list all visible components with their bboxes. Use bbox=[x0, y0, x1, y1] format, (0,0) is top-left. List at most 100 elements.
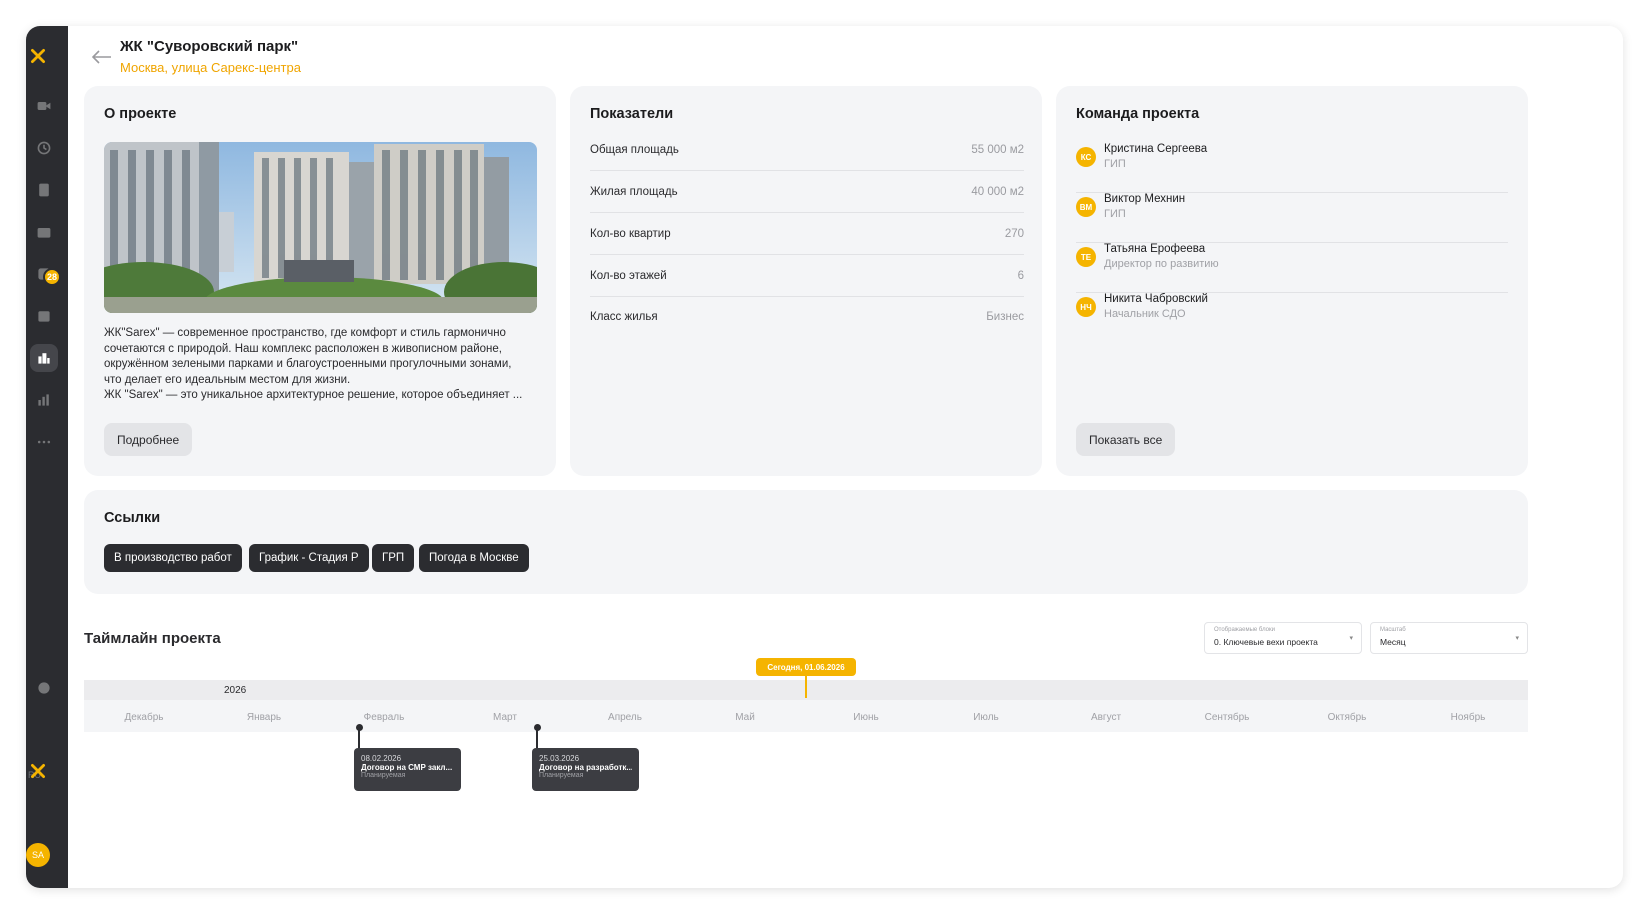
metrics-title: Показатели bbox=[590, 106, 674, 122]
metric-label: Класс жилья bbox=[590, 311, 658, 323]
member-name: Никита Чабровский bbox=[1104, 293, 1208, 305]
member-role: Директор по развитию bbox=[1104, 258, 1219, 270]
logo-icon[interactable] bbox=[26, 42, 52, 70]
project-photo bbox=[104, 142, 537, 313]
metric-label: Общая площадь bbox=[590, 143, 679, 156]
member-avatar: ВМ bbox=[1076, 197, 1096, 217]
metric-value: Бизнес bbox=[986, 311, 1024, 323]
timeline-title: Таймлайн проекта bbox=[84, 630, 221, 647]
about-card: О проекте ЖК"Sarex" — современное простр… bbox=[84, 86, 556, 476]
back-arrow-icon[interactable] bbox=[92, 50, 112, 64]
folder-icon[interactable] bbox=[30, 218, 58, 246]
team-member[interactable]: ВМ Виктор Мехнин ГИП bbox=[1076, 193, 1508, 243]
project-address: Москва, улица Сарекс-центра bbox=[120, 60, 301, 75]
timeline-event[interactable]: 08.02.2026 Договор на СМР закл... Планир… bbox=[354, 748, 461, 791]
team-card: Команда проекта КС Кристина Сергеева ГИП… bbox=[1056, 86, 1528, 476]
event-status: Планируемая bbox=[539, 772, 584, 779]
metric-label: Жилая площадь bbox=[590, 185, 678, 198]
event-stem bbox=[536, 728, 538, 750]
member-name: Татьяна Ерофеева bbox=[1104, 243, 1206, 255]
document-icon[interactable] bbox=[30, 176, 58, 204]
metric-row: Кол-во квартир 270 bbox=[590, 213, 1024, 255]
about-line: что делает его идеальным местом для жизн… bbox=[104, 373, 351, 386]
team-member[interactable]: КС Кристина Сергеева ГИП bbox=[1076, 143, 1508, 193]
about-line: сочетаются с природой. Наш комплекс расп… bbox=[104, 342, 502, 355]
member-role: ГИП bbox=[1104, 158, 1126, 170]
timeline-month: Ноябрь bbox=[1450, 712, 1486, 723]
scale-select-label: Масштаб bbox=[1380, 627, 1406, 633]
event-status: Планируемая bbox=[361, 772, 406, 779]
event-stem bbox=[358, 728, 360, 750]
metric-row: Жилая площадь 40 000 м2 bbox=[590, 171, 1024, 213]
links-title: Ссылки bbox=[104, 510, 161, 526]
today-marker: Сегодня, 01.06.2026 bbox=[756, 658, 856, 676]
user-avatar[interactable]: SA bbox=[26, 843, 50, 867]
about-line: окружённом зелеными парками и благоустро… bbox=[104, 358, 512, 370]
member-avatar: НЧ bbox=[1076, 297, 1096, 317]
metric-value: 6 bbox=[1017, 269, 1024, 282]
metric-row: Общая площадь 55 000 м2 bbox=[590, 129, 1024, 171]
timeline-month: Апрель bbox=[608, 712, 642, 723]
timeline-year: 2026 bbox=[224, 685, 247, 696]
timeline-month: Сентябрь bbox=[1204, 712, 1250, 723]
about-description: ЖК"Sarex" — современное пространство, гд… bbox=[104, 326, 540, 404]
team-member[interactable]: НЧ Никита Чабровский Начальник СДО bbox=[1076, 293, 1508, 343]
metric-row: Кол-во этажей 6 bbox=[590, 255, 1024, 297]
main-content: ЖК "Суворовский парк" Москва, улица Саре… bbox=[68, 26, 1623, 888]
more-button[interactable]: Подробнее bbox=[104, 423, 193, 456]
member-avatar: ТЕ bbox=[1076, 247, 1096, 267]
timeline-event[interactable]: 25.03.2026 Договор на разработк... Плани… bbox=[532, 748, 639, 791]
member-avatar: КС bbox=[1076, 147, 1096, 167]
event-date: 25.03.2026 bbox=[539, 754, 580, 763]
projects-icon[interactable] bbox=[30, 344, 58, 372]
metric-label: Кол-во квартир bbox=[590, 227, 671, 240]
member-name: Кристина Сергеева bbox=[1104, 143, 1208, 155]
tasks-badge: 28 bbox=[43, 268, 61, 286]
timeline-month: Июль bbox=[973, 712, 999, 723]
team-title: Команда проекта bbox=[1076, 106, 1200, 122]
event-date: 08.02.2026 bbox=[361, 754, 402, 763]
about-line: ЖК "Sarex" — это уникальное архитектурно… bbox=[104, 389, 523, 401]
timeline-month: Октябрь bbox=[1327, 712, 1367, 723]
event-title: Договор на СМР закл... bbox=[361, 763, 453, 772]
timeline-month: Декабрь bbox=[124, 712, 164, 723]
member-name: Виктор Мехнин bbox=[1104, 193, 1186, 205]
analytics-icon[interactable] bbox=[30, 386, 58, 414]
brand-logo-icon bbox=[26, 757, 52, 785]
scale-select-value: Месяц bbox=[1380, 637, 1406, 647]
links-card: Ссылки В производство работ График - Ста… bbox=[84, 490, 1528, 594]
blocks-select[interactable]: Отображаемые блоки 0. Ключевые вехи прое… bbox=[1204, 622, 1362, 654]
metric-row: Класс жилья Бизнес bbox=[590, 296, 1024, 338]
about-line: ЖК"Sarex" — современное пространство, гд… bbox=[104, 327, 506, 339]
sidebar: 28 RU SA bbox=[26, 26, 68, 888]
metric-label: Кол-во этажей bbox=[590, 269, 667, 282]
metric-value: 270 bbox=[1004, 227, 1024, 240]
timeline-month: Май bbox=[735, 712, 755, 723]
link-schedule[interactable]: График - Стадия Р bbox=[249, 544, 369, 572]
about-title: О проекте bbox=[104, 106, 177, 122]
page-title: ЖК "Суворовский парк" bbox=[120, 38, 299, 55]
video-icon[interactable] bbox=[30, 92, 58, 120]
member-role: ГИП bbox=[1104, 208, 1126, 220]
blocks-select-value: 0. Ключевые вехи проекта bbox=[1214, 637, 1318, 647]
team-member[interactable]: ТЕ Татьяна Ерофеева Директор по развитию bbox=[1076, 243, 1508, 293]
timeline-month: Январь bbox=[246, 712, 282, 723]
link-production[interactable]: В производство работ bbox=[104, 544, 242, 572]
timeline-month-band bbox=[84, 700, 1528, 732]
event-title: Договор на разработк... bbox=[539, 763, 632, 772]
metrics-card: Показатели Общая площадь 55 000 м2 Жилая… bbox=[570, 86, 1042, 476]
show-all-button[interactable]: Показать все bbox=[1076, 423, 1176, 456]
chevron-down-icon: ▾ bbox=[1515, 635, 1519, 642]
timeline-month: Февраль bbox=[363, 712, 405, 723]
metric-value: 40 000 м2 bbox=[971, 185, 1024, 198]
link-grp[interactable]: ГРП bbox=[372, 544, 415, 572]
link-weather[interactable]: Погода в Москве bbox=[419, 544, 529, 572]
scale-select[interactable]: Масштаб Месяц ▾ bbox=[1370, 622, 1528, 654]
more-icon[interactable] bbox=[30, 428, 58, 456]
member-role: Начальник СДО bbox=[1104, 308, 1186, 320]
today-marker-line bbox=[805, 676, 807, 698]
clock-icon[interactable] bbox=[30, 134, 58, 162]
help-icon[interactable] bbox=[30, 674, 58, 702]
calendar-icon[interactable] bbox=[30, 302, 58, 330]
metric-value: 55 000 м2 bbox=[971, 143, 1024, 156]
